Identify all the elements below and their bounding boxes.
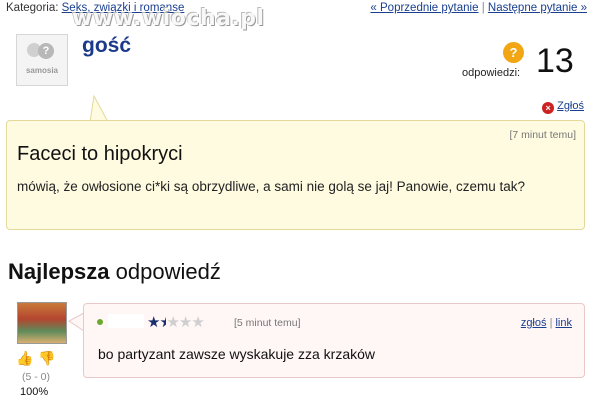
answer-links-separator: | <box>549 317 553 329</box>
answer-permalink[interactable]: link <box>555 317 572 329</box>
answer-links: zgłoś | link <box>521 317 572 329</box>
report-answer-link[interactable]: zgłoś <box>521 317 547 329</box>
report-question-link[interactable]: Zgłoś <box>557 100 584 112</box>
answer-rating: ★★★★★ <box>147 313 205 331</box>
report-question[interactable]: × Zgłoś <box>542 100 584 114</box>
best-answer-heading-rest: odpowiedź <box>115 259 221 284</box>
answer-box: ★★★★★ [5 minut temu] zgłoś | link bo par… <box>83 303 585 378</box>
answer-time: [5 minut temu] <box>234 317 301 329</box>
thumbs-down-icon[interactable]: 👎 <box>38 350 55 367</box>
question-body: mówią, że owłosione ci*ki są obrzydliwe,… <box>17 179 525 194</box>
asker-name: gość <box>82 34 132 57</box>
answers-count-label: odpowiedzi: <box>462 67 521 79</box>
question-box: [7 minut temu] Faceci to hipokryci mówią… <box>6 120 585 230</box>
star-filled-icon: ★ <box>147 314 160 331</box>
vote-count: (5 - 0) <box>22 371 51 383</box>
prev-question-link[interactable]: « Poprzednie pytanie <box>370 2 478 14</box>
report-x-icon: × <box>542 102 555 114</box>
best-answer-heading-bold: Najlepsza <box>8 259 110 284</box>
star-empty-icons: ★★★ <box>166 314 204 331</box>
category-label: Kategoria: <box>6 2 59 14</box>
next-question-link[interactable]: Następne pytanie » <box>488 2 587 14</box>
watermark: www.wiocha.pl <box>72 6 265 31</box>
nav-separator: | <box>481 2 485 14</box>
avatar-question-icon: ? <box>38 43 54 59</box>
question-title: Faceci to hipokryci <box>17 143 183 165</box>
answers-count: 13 <box>536 42 574 80</box>
avatar-logo-text: samosia <box>25 66 59 75</box>
question-bubble-tail <box>89 94 109 122</box>
answer-body: bo partyzant zawsze wyskakuje zza krzakó… <box>98 346 375 362</box>
question-time: [7 minut temu] <box>509 129 576 141</box>
vote-percent: 100% <box>20 386 49 398</box>
answers-question-icon: ? <box>503 42 524 63</box>
asker-avatar[interactable]: ? samosia <box>16 34 68 86</box>
answerer-avatar[interactable] <box>17 302 67 344</box>
thumbs-up-icon[interactable]: 👍 <box>16 350 33 367</box>
answerer-name[interactable] <box>108 314 144 328</box>
question-navigation: « Poprzednie pytanie | Następne pytanie … <box>370 2 587 14</box>
online-status-dot <box>97 319 103 325</box>
best-answer-heading: Najlepsza odpowiedź <box>8 259 221 285</box>
